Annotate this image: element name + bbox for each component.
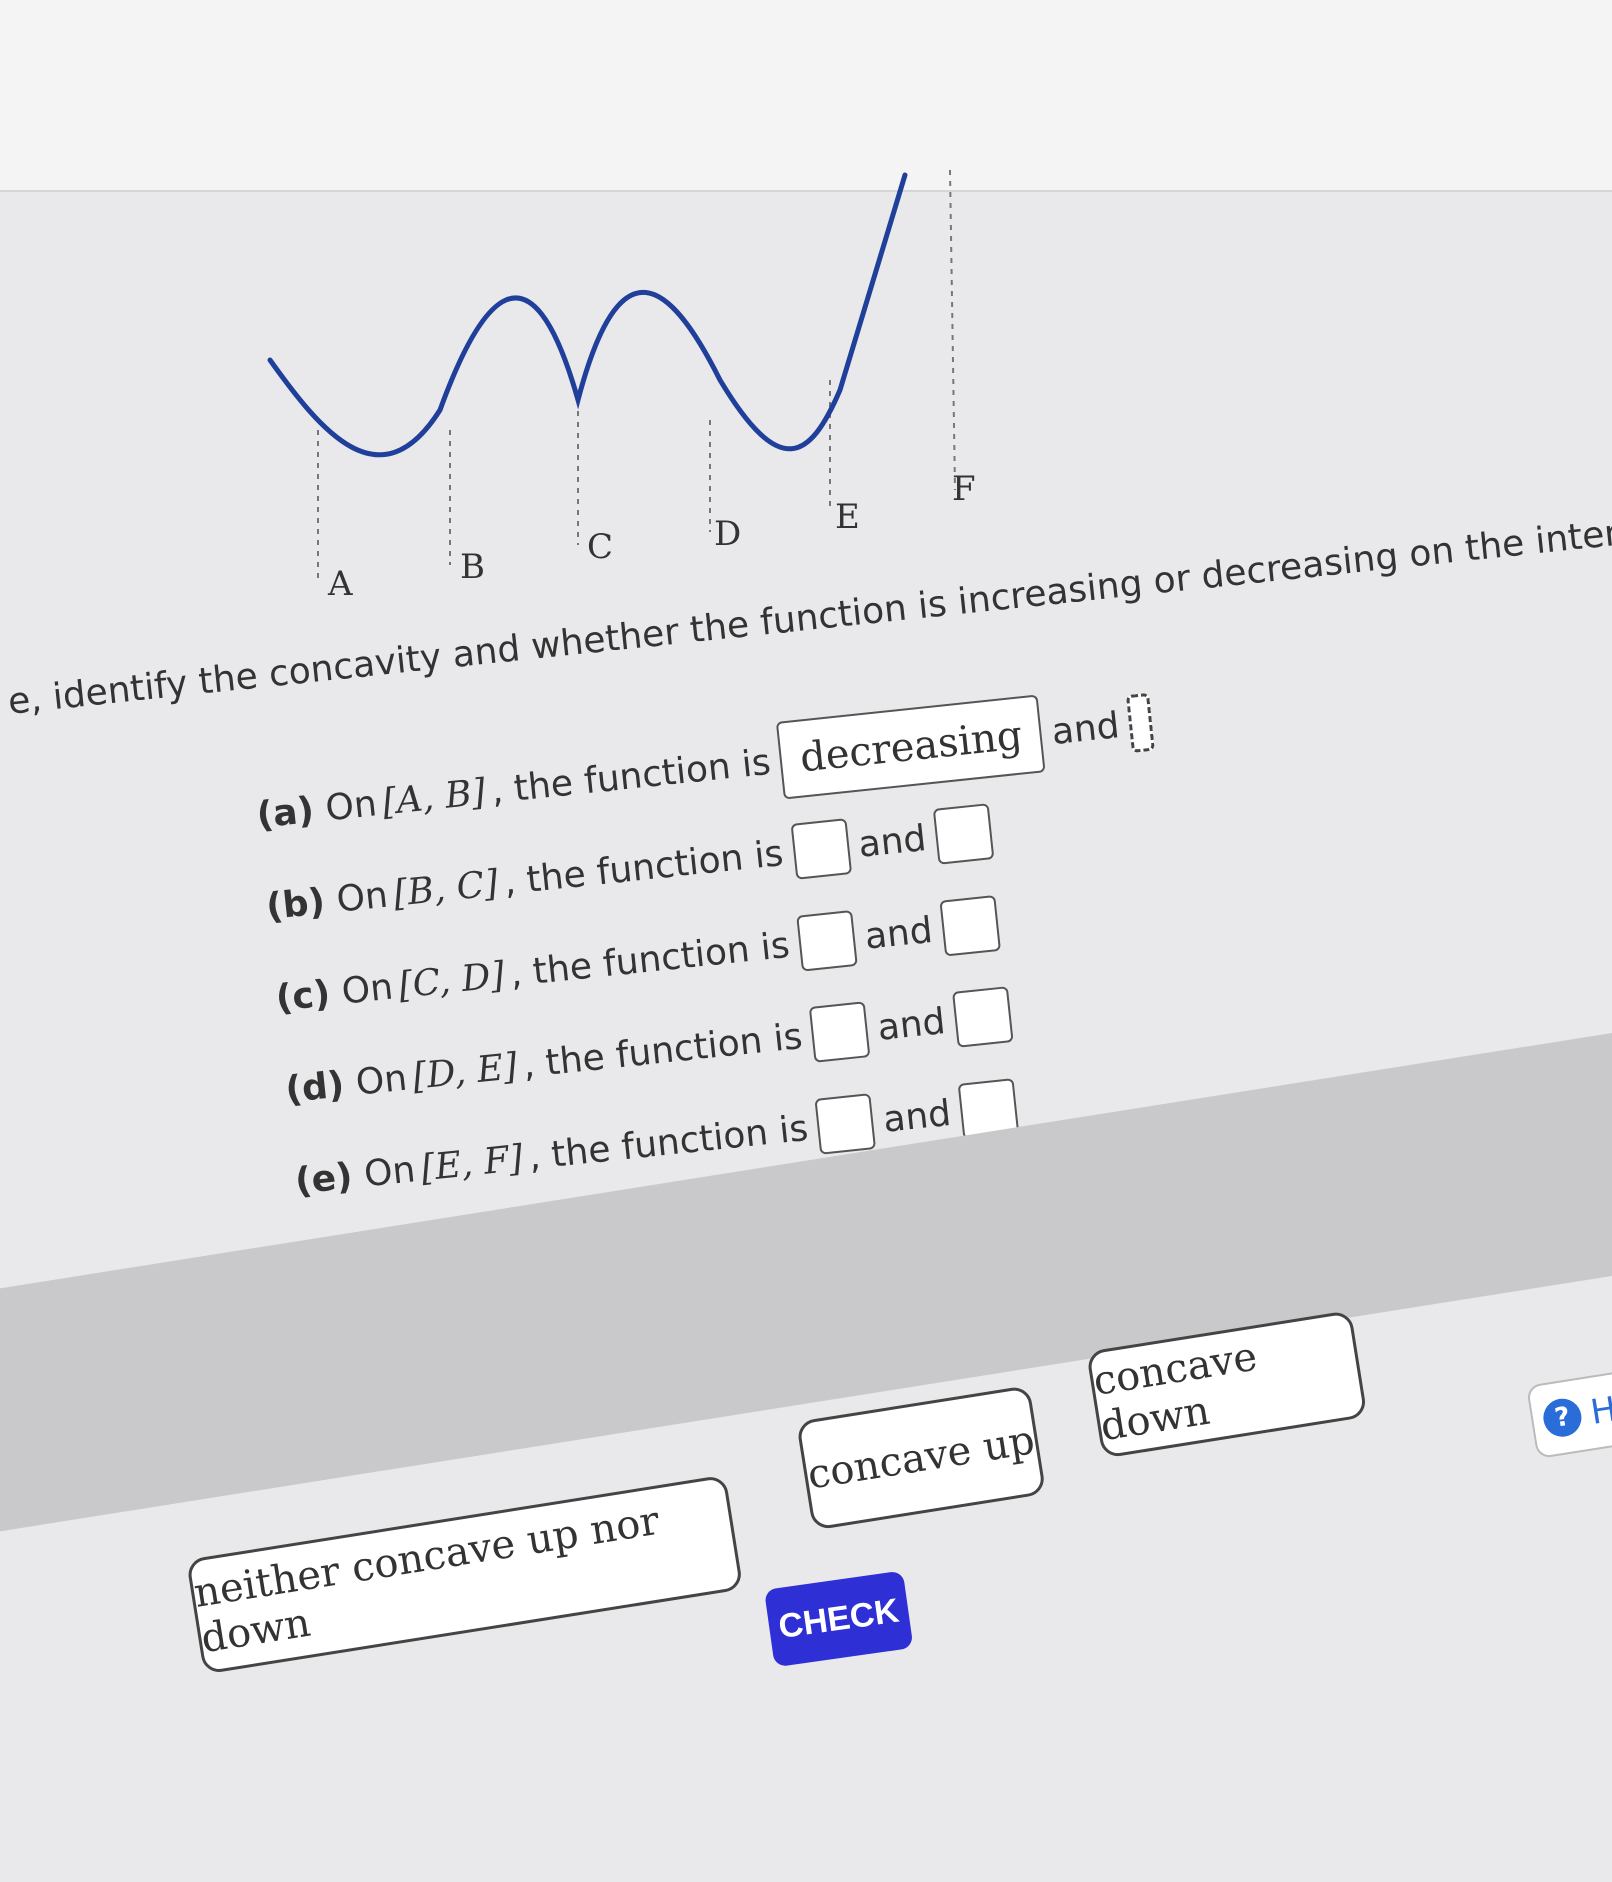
answer-box-concavity[interactable] <box>952 986 1014 1048</box>
question-middle: , the function is <box>520 1015 805 1086</box>
answer-box-monotonic[interactable] <box>790 818 852 880</box>
question-letter: (a) <box>254 789 316 837</box>
question-prefix: On <box>339 966 395 1013</box>
question-middle: , the function is <box>501 832 786 903</box>
question-interval: [A, B] <box>380 771 488 823</box>
help-label: H <box>1587 1389 1612 1433</box>
and-label: and <box>1049 704 1122 753</box>
point-label-c: C <box>587 527 613 567</box>
question-letter: (d) <box>283 1063 347 1111</box>
question-letter: (e) <box>293 1155 355 1203</box>
point-label-a: A <box>327 564 353 604</box>
question-interval: [D, E] <box>410 1045 520 1098</box>
choice-concave-up[interactable]: concave up <box>796 1385 1047 1531</box>
check-button[interactable]: CHECK <box>764 1570 914 1668</box>
point-label-e: E <box>835 497 860 537</box>
answer-box-concavity[interactable] <box>933 803 995 865</box>
graph-svg: A B C D E F <box>267 169 976 604</box>
question-middle: , the function is <box>508 924 792 995</box>
question-prefix: On <box>334 874 390 921</box>
answer-box-monotonic[interactable] <box>814 1093 877 1155</box>
question-interval: [B, C] <box>391 862 501 915</box>
and-label: and <box>881 1092 953 1141</box>
question-interval: [C, D] <box>396 954 507 1007</box>
and-label: and <box>856 817 929 866</box>
choice-neither-concave[interactable]: neither concave up nor down <box>186 1474 744 1675</box>
function-graph: A B C D E F <box>240 160 1060 620</box>
question-prefix: On <box>323 782 379 829</box>
answer-box-concavity[interactable] <box>1126 692 1155 753</box>
and-label: and <box>862 909 935 958</box>
question-prefix: On <box>362 1148 418 1195</box>
and-label: and <box>875 1000 948 1049</box>
function-curve <box>267 172 908 458</box>
question-letter: (c) <box>273 972 333 1020</box>
question-middle: , the function is <box>489 741 773 812</box>
point-label-b: B <box>460 547 485 587</box>
dashed-line-f <box>949 169 956 491</box>
answer-box-monotonic[interactable] <box>796 910 858 972</box>
answer-box-concavity[interactable] <box>939 895 1001 957</box>
point-label-d: D <box>714 514 741 554</box>
question-prefix: On <box>353 1057 409 1104</box>
question-icon: ? <box>1540 1395 1585 1440</box>
help-button[interactable]: ? H <box>1526 1365 1612 1460</box>
question-letter: (b) <box>264 880 327 928</box>
answer-box-monotonic[interactable] <box>809 1001 871 1063</box>
question-interval: [E, F] <box>418 1137 525 1189</box>
point-label-f: F <box>952 469 976 509</box>
